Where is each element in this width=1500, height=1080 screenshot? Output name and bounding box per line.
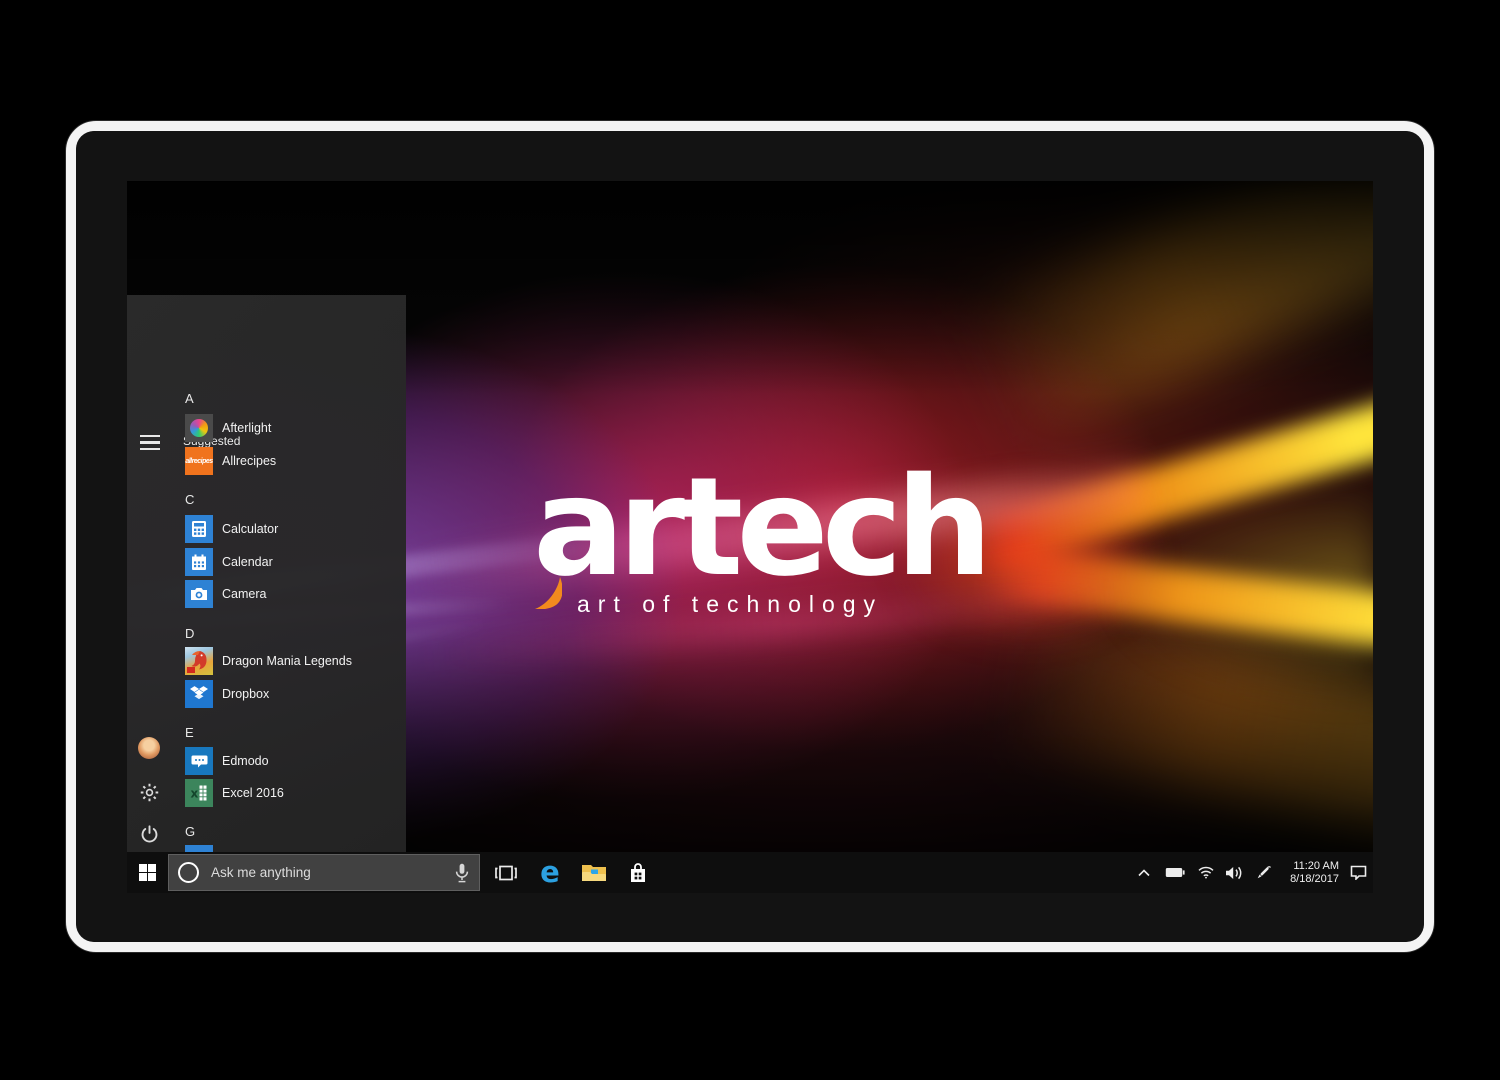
user-avatar[interactable] xyxy=(137,736,161,760)
app-dropbox[interactable]: Dropbox xyxy=(185,680,269,708)
task-view-button[interactable] xyxy=(486,852,526,893)
store-button[interactable] xyxy=(618,852,658,893)
screen-bezel: artech art of technology Suggested A Aft… xyxy=(76,131,1424,942)
taskbar: e xyxy=(127,852,1373,893)
brand-tagline: art of technology xyxy=(577,591,883,618)
file-explorer-button[interactable] xyxy=(574,852,614,893)
afterlight-icon xyxy=(185,414,213,442)
section-letter-e[interactable]: E xyxy=(185,725,213,740)
app-edmodo[interactable]: Edmodo xyxy=(185,747,269,775)
wifi-icon xyxy=(1198,866,1214,879)
battery-icon xyxy=(1165,867,1185,878)
pen-icon xyxy=(1255,865,1271,881)
section-letter-d[interactable]: D xyxy=(185,626,213,641)
tablet-device-frame: artech art of technology Suggested A Aft… xyxy=(66,121,1434,952)
windows-start-icon xyxy=(139,864,156,881)
tray-battery-button[interactable] xyxy=(1160,852,1190,893)
start-button[interactable] xyxy=(127,852,168,893)
hamburger-icon[interactable] xyxy=(140,435,162,451)
excel-icon: x xyxy=(185,779,213,807)
app-calculator[interactable]: Calculator xyxy=(185,515,278,543)
section-letter-g[interactable]: G xyxy=(185,824,213,839)
power-icon[interactable] xyxy=(137,822,161,846)
calculator-icon xyxy=(185,515,213,543)
microphone-icon[interactable] xyxy=(455,863,469,883)
app-calendar[interactable]: Calendar xyxy=(185,548,273,576)
brand-wordmark: artech xyxy=(533,460,986,596)
search-input[interactable] xyxy=(211,865,455,880)
partial-app-icon xyxy=(185,845,213,852)
allrecipes-icon: allrecipes xyxy=(185,447,213,475)
brand-leaf-icon xyxy=(535,577,562,609)
edge-button[interactable]: e xyxy=(530,852,570,893)
task-view-icon xyxy=(495,865,517,881)
action-center-icon xyxy=(1350,865,1367,880)
app-allrecipes[interactable]: allrecipes Allrecipes xyxy=(185,447,276,475)
edmodo-icon xyxy=(185,747,213,775)
app-excel-2016[interactable]: x Excel 2016 xyxy=(185,779,284,807)
section-letter-a[interactable]: A xyxy=(185,391,213,406)
tray-chevron-button[interactable] xyxy=(1130,852,1158,893)
app-partial-tile[interactable] xyxy=(185,845,222,852)
camera-icon xyxy=(185,580,213,608)
tray-clock[interactable]: 11:20 AM 8/18/2017 xyxy=(1279,852,1339,893)
svg-text:x: x xyxy=(191,787,199,801)
search-box[interactable] xyxy=(168,854,480,891)
app-camera[interactable]: Camera xyxy=(185,580,266,608)
tray-time: 11:20 AM xyxy=(1293,860,1339,873)
store-icon xyxy=(628,862,648,884)
tray-date: 8/18/2017 xyxy=(1290,873,1339,886)
volume-icon xyxy=(1225,866,1243,880)
settings-gear-icon[interactable] xyxy=(137,780,161,804)
tray-wifi-button[interactable] xyxy=(1192,852,1220,893)
dragon-mania-legends-icon xyxy=(185,647,213,675)
action-center-button[interactable] xyxy=(1343,852,1373,893)
tray-volume-button[interactable] xyxy=(1219,852,1249,893)
calendar-icon xyxy=(185,548,213,576)
wallpaper-logo: artech art of technology xyxy=(527,431,997,631)
screen: artech art of technology Suggested A Aft… xyxy=(127,181,1373,893)
edge-icon: e xyxy=(540,858,560,887)
file-explorer-icon xyxy=(581,863,607,883)
dropbox-icon xyxy=(185,680,213,708)
app-dragon-mania-legends[interactable]: Dragon Mania Legends xyxy=(185,647,352,675)
start-menu: Suggested A Afterlight allrecipes Allrec… xyxy=(127,295,406,852)
section-letter-c[interactable]: C xyxy=(185,492,213,507)
app-afterlight[interactable]: Afterlight xyxy=(185,414,271,442)
chevron-up-icon xyxy=(1138,869,1150,877)
cortana-icon xyxy=(178,862,199,883)
tray-pen-button[interactable] xyxy=(1249,852,1277,893)
